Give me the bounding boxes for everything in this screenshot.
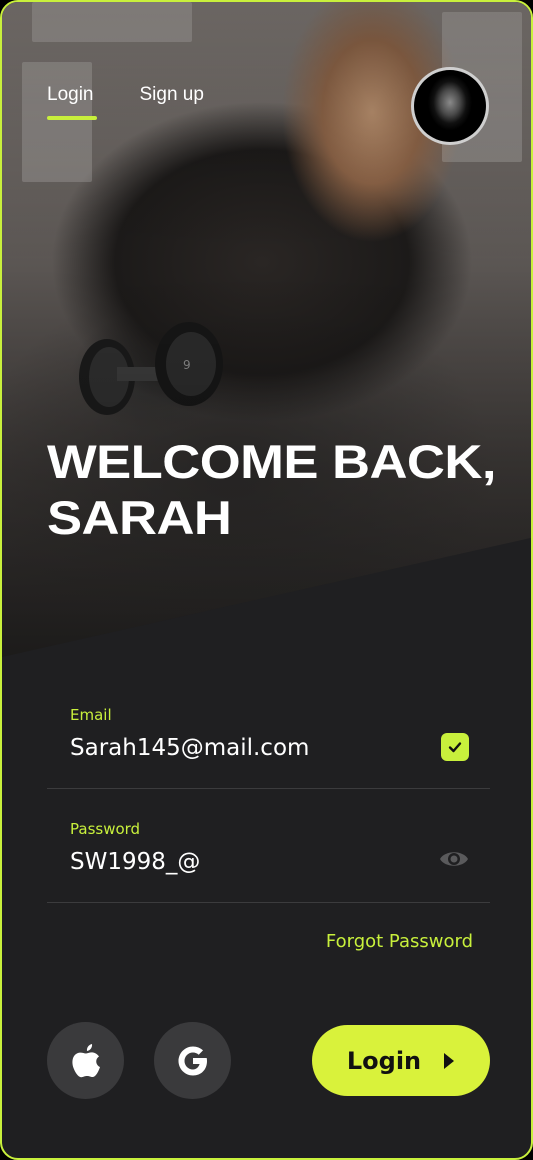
welcome-line-2: SARAH	[47, 491, 232, 544]
tab-login[interactable]: Login	[47, 84, 97, 120]
avatar[interactable]	[411, 67, 489, 145]
password-input[interactable]: SW1998_@	[70, 849, 200, 875]
apple-icon	[71, 1043, 100, 1077]
login-button-label: Login	[346, 1046, 422, 1075]
check-icon	[441, 733, 469, 761]
welcome-heading: WELCOME BACK, SARAH	[47, 434, 531, 546]
password-label: Password	[70, 820, 141, 838]
google-login-button[interactable]	[154, 1022, 231, 1099]
eye-icon[interactable]	[439, 848, 469, 870]
welcome-line-1: WELCOME BACK,	[47, 435, 496, 488]
apple-login-button[interactable]	[47, 1022, 124, 1099]
auth-tabs: Login Sign up	[47, 84, 204, 120]
tab-signup[interactable]: Sign up	[140, 84, 204, 120]
email-field[interactable]: Email Sarah145@mail.com	[47, 674, 490, 789]
google-icon	[178, 1046, 207, 1075]
login-button[interactable]: Login	[312, 1025, 490, 1096]
password-field[interactable]: Password SW1998_@	[47, 788, 490, 903]
email-input[interactable]: Sarah145@mail.com	[70, 735, 309, 761]
chevron-right-icon	[444, 1052, 455, 1069]
phone-frame: 9 Login Sign up WELCOME BACK, SARAH Emai…	[0, 0, 533, 1160]
forgot-password-link[interactable]: Forgot Password	[326, 931, 473, 952]
user-avatar-icon	[414, 70, 486, 142]
email-label: Email	[70, 706, 112, 724]
